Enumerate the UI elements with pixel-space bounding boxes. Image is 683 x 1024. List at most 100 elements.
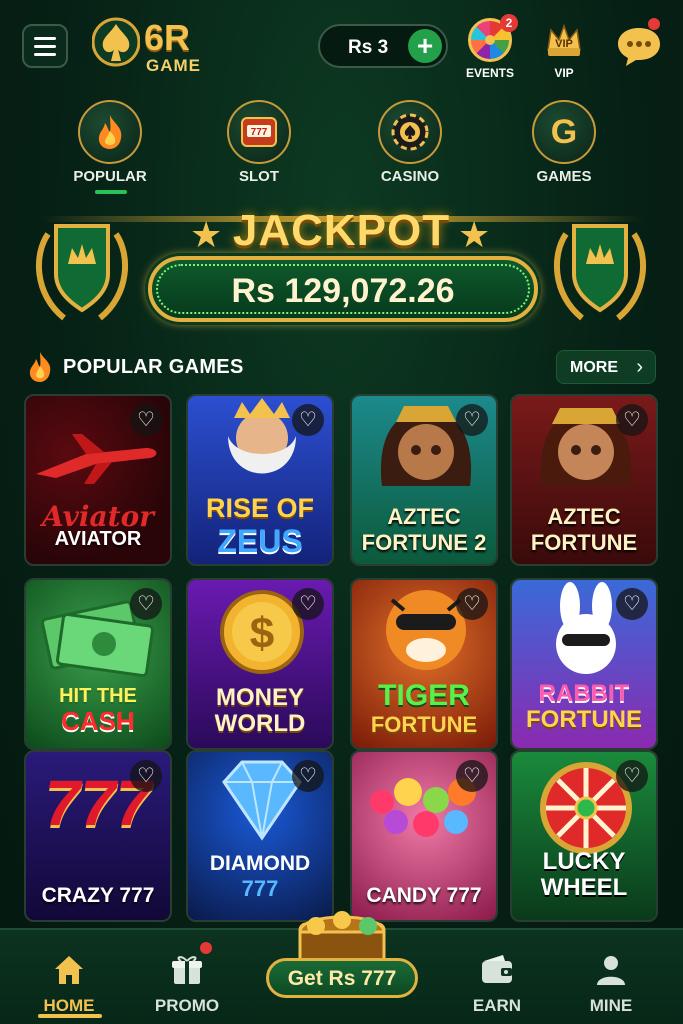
favorite-heart-icon[interactable]: ♡: [292, 588, 324, 620]
get-bonus-pill: Get Rs 777: [266, 958, 418, 998]
favorite-heart-icon[interactable]: ♡: [456, 588, 488, 620]
poker-chip-icon: [378, 100, 442, 164]
game-card-money-world[interactable]: $ MONEY WORLD ♡: [186, 578, 334, 750]
game-card-aztec-fortune[interactable]: AZTEC FORTUNE ♡: [510, 394, 658, 566]
game-card-rabbit-fortune[interactable]: RABBIT FORTUNE ♡: [510, 578, 658, 750]
game-title-line1: HIT THE: [59, 685, 137, 707]
home-icon: [55, 956, 83, 984]
vip-button[interactable]: VIP VIP: [534, 14, 594, 80]
gift-icon: [172, 956, 202, 984]
game-title-line1: TIGER: [378, 679, 470, 712]
user-profile-icon: [597, 956, 625, 985]
nav-mine[interactable]: MINE: [566, 940, 656, 1020]
game-title-line1: MONEY: [215, 684, 304, 711]
logo-main-text: 6R: [144, 17, 191, 58]
favorite-heart-icon[interactable]: ♡: [130, 760, 162, 792]
more-button[interactable]: MORE ›: [556, 350, 656, 384]
favorite-heart-icon[interactable]: ♡: [292, 760, 324, 792]
treasure-chest-icon: [298, 911, 386, 966]
game-card-crazy-777[interactable]: 777 CRAZY 777 ♡: [24, 750, 172, 922]
svg-text:777: 777: [251, 127, 268, 138]
nav-earn-label: EARN: [472, 996, 522, 1015]
game-card-lucky-wheel[interactable]: LUCKY WHEEL ♡: [510, 750, 658, 922]
game-grid: Aviator AVIATOR ♡ RISE OF ZEUS ♡ AZTEC F…: [24, 394, 659, 922]
game-title-line2: WHEEL: [540, 874, 628, 901]
tab-games[interactable]: G GAMES: [514, 96, 614, 196]
tab-slot-label: SLOT: [239, 168, 279, 185]
game-title-line2: FORTUNE 2: [361, 530, 487, 555]
game-card-tiger-fortune[interactable]: TIGER FORTUNE ♡: [350, 578, 498, 750]
chat-button[interactable]: [614, 18, 664, 70]
game-title-line2: FORTUNE: [526, 706, 642, 733]
game-title-line2: FORTUNE: [370, 712, 478, 737]
g-letter-icon: G: [532, 100, 596, 164]
promo-notification-dot: [200, 942, 212, 954]
favorite-heart-icon[interactable]: ♡: [130, 404, 162, 436]
add-funds-button[interactable]: +: [408, 29, 442, 63]
jackpot-amount: Rs 129,072.26: [231, 272, 455, 310]
game-title-line1: DIAMOND: [209, 852, 311, 875]
nav-home[interactable]: HOME: [24, 940, 114, 1020]
app-screen: 6R GAME Rs 3 + 2 EVENTS VIP VIP POPULAR …: [0, 0, 683, 1024]
game-title-line1: AZTEC: [547, 504, 621, 529]
events-button[interactable]: 2 EVENTS: [460, 14, 520, 80]
game-title-line2: CASH: [61, 706, 135, 736]
get-bonus-button[interactable]: Get Rs 777: [262, 906, 422, 1018]
game-card-aviator[interactable]: Aviator AVIATOR ♡: [24, 394, 172, 566]
favorite-heart-icon[interactable]: ♡: [616, 760, 648, 792]
fire-icon: [29, 352, 51, 382]
game-card-aztec-fortune-2[interactable]: AZTEC FORTUNE 2 ♡: [350, 394, 498, 566]
tab-casino[interactable]: CASINO: [360, 96, 460, 196]
jackpot-title: JACKPOT: [232, 206, 451, 255]
game-card-candy-777[interactable]: CANDY 777 ♡: [350, 750, 498, 922]
tab-casino-label: CASINO: [380, 168, 440, 185]
balance-pill[interactable]: Rs 3 +: [318, 24, 448, 68]
games-g-glyph: G: [550, 112, 578, 151]
game-title-line2: 777: [241, 876, 279, 901]
game-title: AVIATOR: [54, 528, 142, 550]
fire-icon: [78, 100, 142, 164]
jackpot-display: Rs 129,072.26: [148, 256, 538, 322]
nav-earn[interactable]: EARN: [452, 940, 542, 1020]
tab-popular[interactable]: POPULAR: [60, 96, 160, 196]
top-header: 6R GAME Rs 3 + 2 EVENTS VIP VIP: [0, 0, 683, 92]
game-title-line1: RABBIT: [538, 680, 630, 707]
game-card-rise-of-zeus[interactable]: RISE OF ZEUS ♡: [186, 394, 334, 566]
svg-text:$: $: [250, 609, 274, 658]
slot-machine-icon: 777: [227, 100, 291, 164]
tab-games-label: GAMES: [536, 168, 592, 185]
active-nav-indicator: [38, 1014, 102, 1018]
get-bonus-label: Get Rs 777: [287, 967, 397, 990]
popular-games-header: POPULAR GAMES MORE ›: [0, 346, 683, 390]
events-label: EVENTS: [465, 66, 514, 80]
nav-home-label: HOME: [43, 996, 95, 1015]
game-title-line2: FORTUNE: [530, 530, 638, 555]
favorite-heart-icon[interactable]: ♡: [456, 760, 488, 792]
nav-mine-label: MINE: [589, 996, 633, 1015]
favorite-heart-icon[interactable]: ♡: [456, 404, 488, 436]
hamburger-menu-icon[interactable]: [22, 24, 68, 68]
tab-popular-label: POPULAR: [73, 168, 147, 185]
game-title-line1: LUCKY: [542, 848, 626, 875]
game-card-hit-the-cash[interactable]: HIT THE CASH ♡: [24, 578, 172, 750]
game-title-line2: WORLD: [214, 710, 306, 737]
chat-notification-dot: [648, 18, 660, 30]
game-card-diamond-777[interactable]: DIAMOND 777 ♡: [186, 750, 334, 922]
vip-label: VIP: [554, 66, 574, 80]
vip-crown-text: VIP: [555, 38, 573, 50]
bottom-navigation: HOME PROMO Get Rs 777 EARN MINE: [0, 911, 683, 1024]
favorite-heart-icon[interactable]: ♡: [130, 588, 162, 620]
nav-promo[interactable]: PROMO: [142, 940, 232, 1020]
nav-promo-label: PROMO: [154, 996, 220, 1015]
tab-slot[interactable]: 777 SLOT: [209, 96, 309, 196]
section-title: POPULAR GAMES: [63, 356, 244, 378]
favorite-heart-icon[interactable]: ♡: [616, 588, 648, 620]
favorite-heart-icon[interactable]: ♡: [292, 404, 324, 436]
active-tab-indicator: [95, 190, 127, 194]
game-title-line2: ZEUS: [217, 523, 303, 559]
logo-sub-text: GAME: [146, 56, 201, 75]
favorite-heart-icon[interactable]: ♡: [616, 404, 648, 436]
spade-logo-icon: [92, 17, 140, 67]
events-badge: 2: [500, 14, 518, 32]
game-title: CRAZY 777: [41, 884, 155, 907]
